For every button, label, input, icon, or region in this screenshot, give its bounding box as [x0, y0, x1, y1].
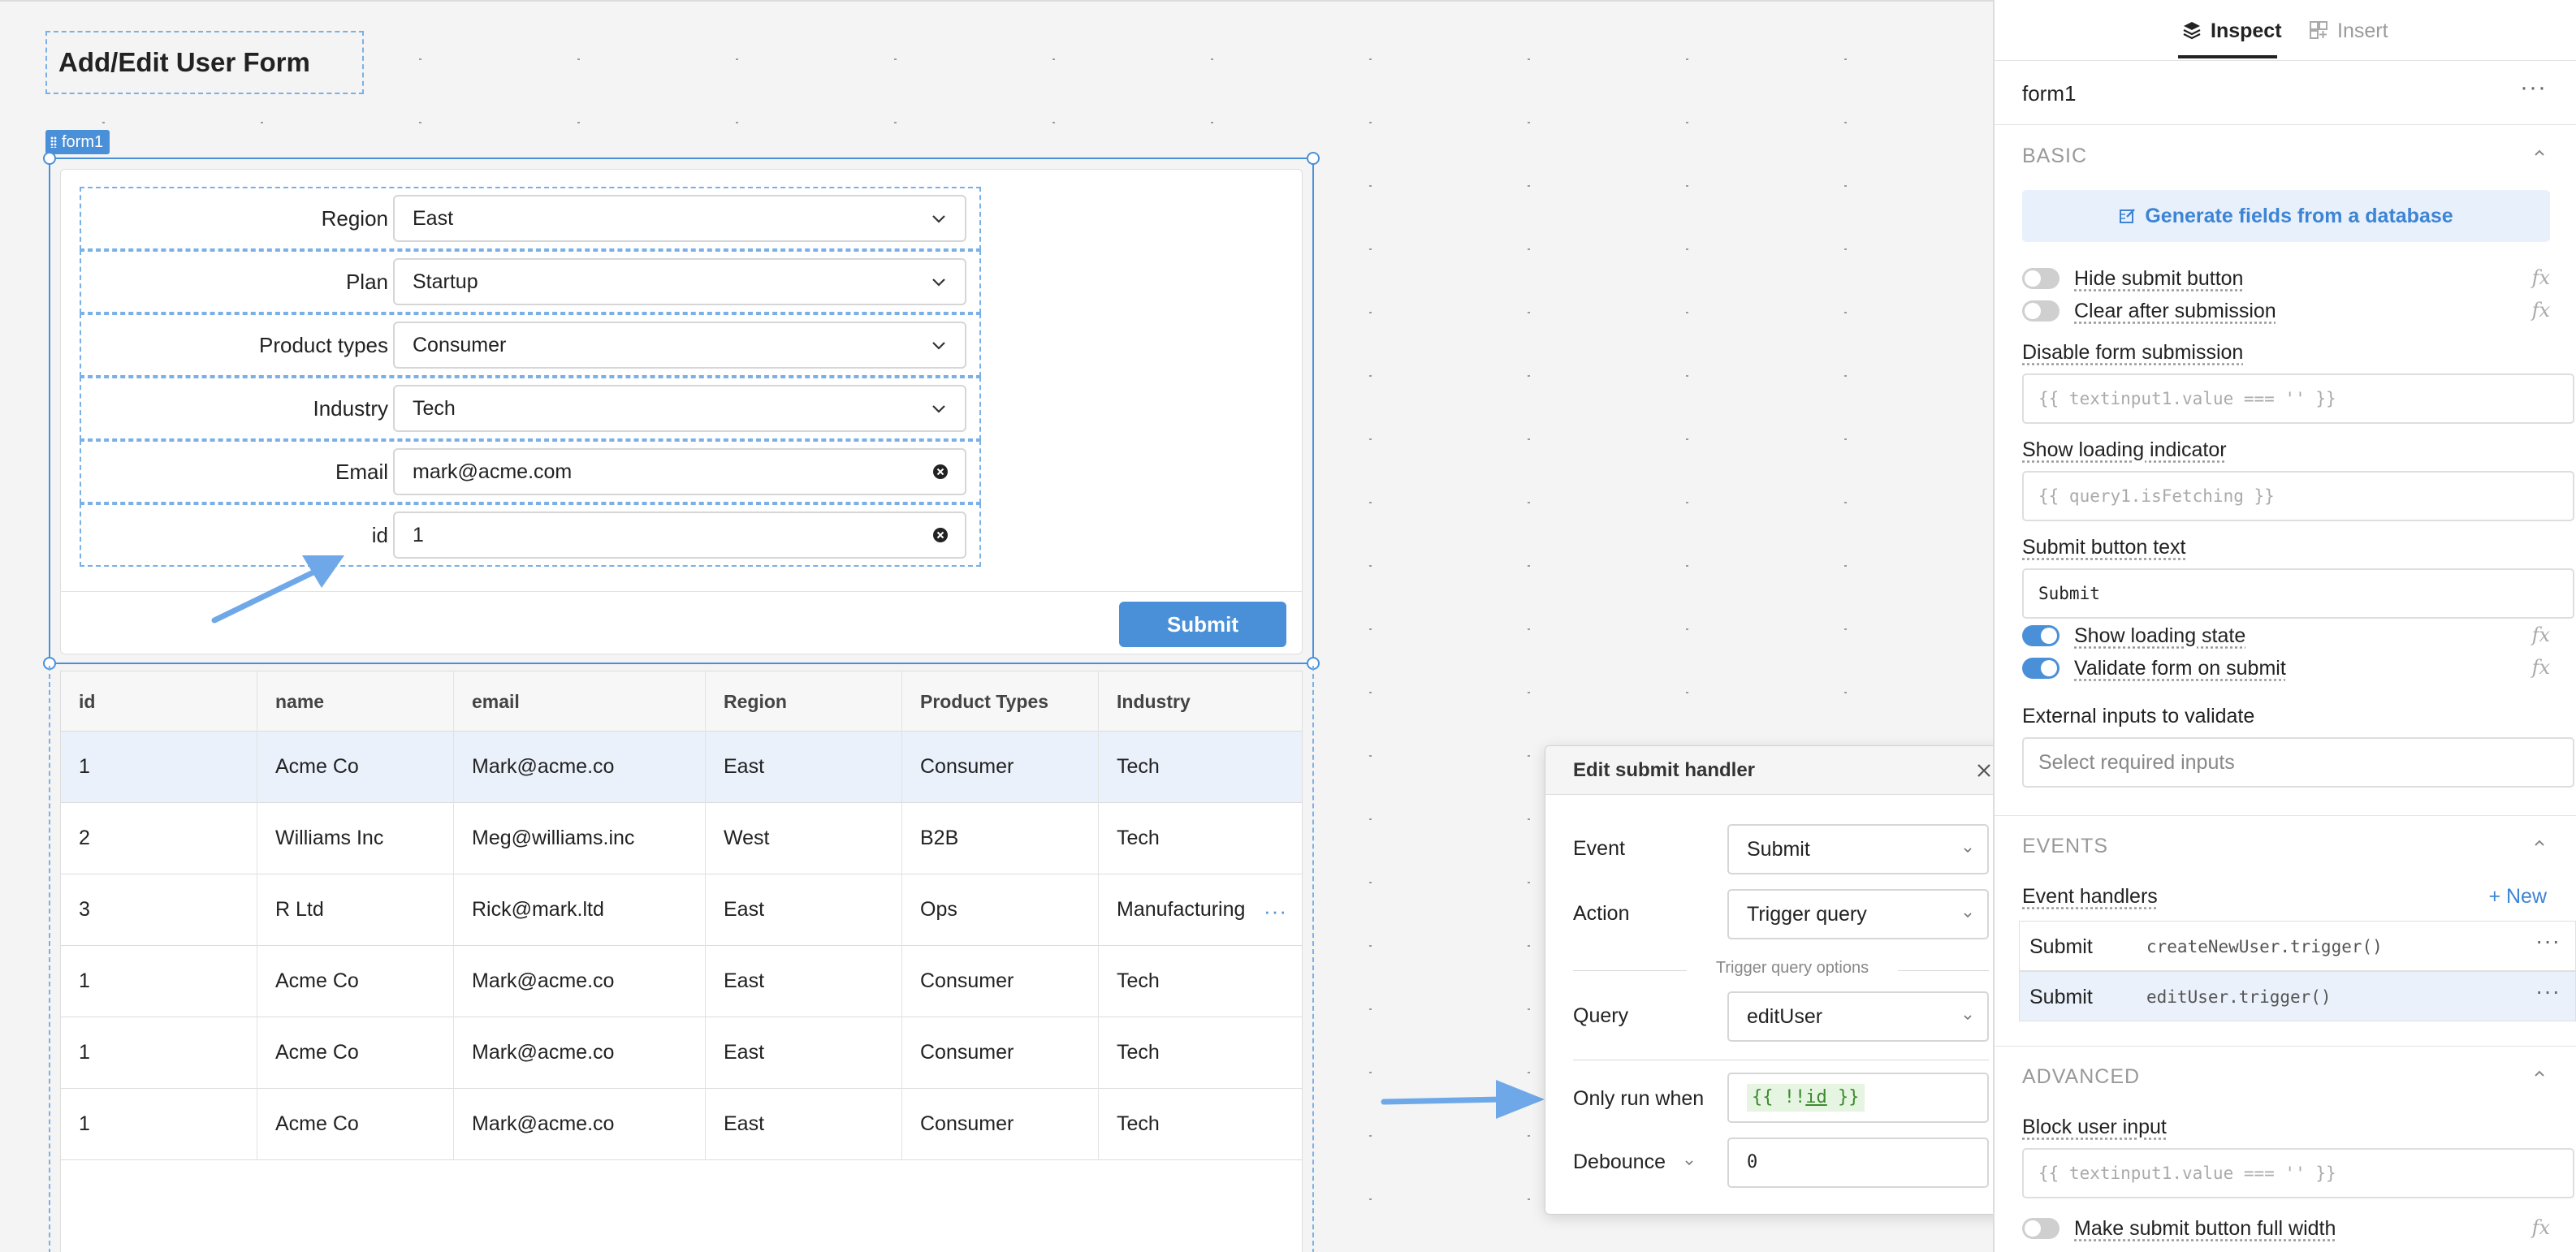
toggle-label: Validate form on submit: [2074, 657, 2286, 680]
trigger-query-options-divider: Trigger query options: [1573, 959, 1989, 983]
only-run-when-label: Only run when: [1573, 1087, 1705, 1110]
select-value: Submit: [1747, 838, 1810, 861]
external-inputs-label: External inputs to validate: [2022, 705, 2255, 727]
debounce-input[interactable]: 0: [1727, 1138, 1989, 1188]
component-name[interactable]: form1: [2022, 61, 2076, 126]
tab-insert[interactable]: Insert: [2308, 0, 2388, 60]
full-width-toggle-row[interactable]: Make submit button full width fx: [2022, 1213, 2550, 1242]
section-events-title[interactable]: EVENTS: [2022, 835, 2108, 858]
fx-icon[interactable]: fx: [2532, 656, 2550, 679]
section-label: Trigger query options: [1715, 959, 1869, 977]
inspector-body: form1 ··· BASIC Generate fields from a d…: [1995, 60, 2576, 1252]
chevron-down-icon: [1964, 1015, 1972, 1021]
select-value: editUser: [1747, 1005, 1823, 1028]
disable-submission-label: Disable form submission: [2022, 341, 2244, 364]
chevron-up-icon[interactable]: [2532, 146, 2547, 161]
fx-icon[interactable]: fx: [2532, 624, 2550, 646]
validate-toggle[interactable]: [2022, 658, 2060, 679]
new-handler-link[interactable]: + New: [2488, 885, 2547, 909]
more-icon[interactable]: ···: [2535, 978, 2561, 1004]
hide-submit-toggle-row[interactable]: Hide submit button fx: [2022, 263, 2550, 292]
event-handler-row[interactable]: Submit editUser.trigger() ···: [2019, 971, 2576, 1021]
query-select[interactable]: editUser: [1727, 991, 1989, 1042]
query-label: Query: [1573, 1004, 1629, 1027]
chevron-up-icon[interactable]: [2532, 1067, 2547, 1081]
loading-indicator-input[interactable]: {{ query1.isFetching }}: [2022, 471, 2574, 521]
tab-inspect[interactable]: Inspect: [2181, 0, 2282, 60]
close-icon[interactable]: [1974, 761, 1994, 780]
show-loading-toggle[interactable]: [2022, 625, 2060, 646]
handler-code: createNewUser.trigger(): [2146, 937, 2383, 956]
loading-indicator-label: Show loading indicator: [2022, 438, 2227, 461]
submit-text-input[interactable]: Submit: [2022, 568, 2574, 619]
divider: [1995, 1046, 2576, 1047]
section-basic-title[interactable]: BASIC: [2022, 145, 2087, 168]
fx-icon[interactable]: fx: [2532, 266, 2550, 289]
event-handler-row[interactable]: Submit createNewUser.trigger() ···: [2019, 921, 2576, 971]
edit-table-icon: [2120, 209, 2136, 223]
handler-code: editUser.trigger(): [2146, 987, 2332, 1007]
code-expression: {{ !!id }}: [1747, 1084, 1865, 1112]
chevron-down-icon: [1964, 848, 1972, 853]
layers-icon: [2183, 22, 2201, 40]
clear-after-toggle[interactable]: [2022, 300, 2060, 322]
event-select[interactable]: Submit: [1727, 824, 1989, 874]
chevron-down-icon: [1964, 913, 1972, 918]
active-tab-indicator: [2178, 55, 2277, 58]
popover-header: Edit submit handler: [1545, 746, 2010, 795]
fx-icon[interactable]: fx: [2532, 299, 2550, 322]
disable-submission-input[interactable]: {{ textinput1.value === '' }}: [2022, 373, 2574, 424]
toggle-label: Hide submit button: [2074, 267, 2244, 290]
select-value: Trigger query: [1747, 903, 1867, 926]
event-label: Event: [1573, 837, 1625, 860]
section-advanced-title[interactable]: ADVANCED: [2022, 1065, 2140, 1089]
toggle-label: Clear after submission: [2074, 300, 2276, 322]
only-run-when-input[interactable]: {{ !!id }}: [1727, 1073, 1989, 1123]
hide-submit-toggle[interactable]: [2022, 268, 2060, 289]
popover-title: Edit submit handler: [1573, 759, 1756, 781]
generate-fields-button[interactable]: Generate fields from a database: [2022, 190, 2550, 242]
validate-toggle-row[interactable]: Validate form on submit fx: [2022, 653, 2550, 682]
chevron-up-icon[interactable]: [2532, 836, 2547, 851]
more-icon[interactable]: ···: [2535, 928, 2561, 954]
edit-submit-handler-popover: Edit submit handler Event Submit Action …: [1545, 745, 2011, 1215]
show-loading-toggle-row[interactable]: Show loading state fx: [2022, 620, 2550, 650]
handler-event: Submit: [2029, 986, 2093, 1008]
debounce-label[interactable]: Debounce: [1573, 1151, 1693, 1174]
fx-icon[interactable]: fx: [2532, 1216, 2550, 1239]
full-width-toggle[interactable]: [2022, 1218, 2060, 1239]
toggle-label: Make submit button full width: [2074, 1217, 2336, 1240]
external-inputs-select[interactable]: Select required inputs: [2022, 737, 2574, 788]
toggle-label: Show loading state: [2074, 624, 2246, 647]
action-select[interactable]: Trigger query: [1727, 889, 1989, 939]
chevron-down-icon: [1685, 1160, 1693, 1166]
block-input-label: Block user input: [2022, 1116, 2167, 1138]
handler-event: Submit: [2029, 935, 2093, 958]
component-header: form1 ···: [1995, 60, 2576, 125]
action-label: Action: [1573, 902, 1630, 925]
block-input-field[interactable]: {{ textinput1.value === '' }}: [2022, 1148, 2574, 1198]
more-icon[interactable]: ···: [2520, 74, 2547, 101]
clear-after-toggle-row[interactable]: Clear after submission fx: [2022, 296, 2550, 325]
submit-text-label: Submit button text: [2022, 536, 2186, 559]
divider: [1995, 815, 2576, 816]
event-handlers-label: Event handlers: [2022, 885, 2158, 908]
inspector-tabs: Inspect Insert: [1995, 0, 2576, 60]
insert-components-icon: [2310, 21, 2327, 39]
